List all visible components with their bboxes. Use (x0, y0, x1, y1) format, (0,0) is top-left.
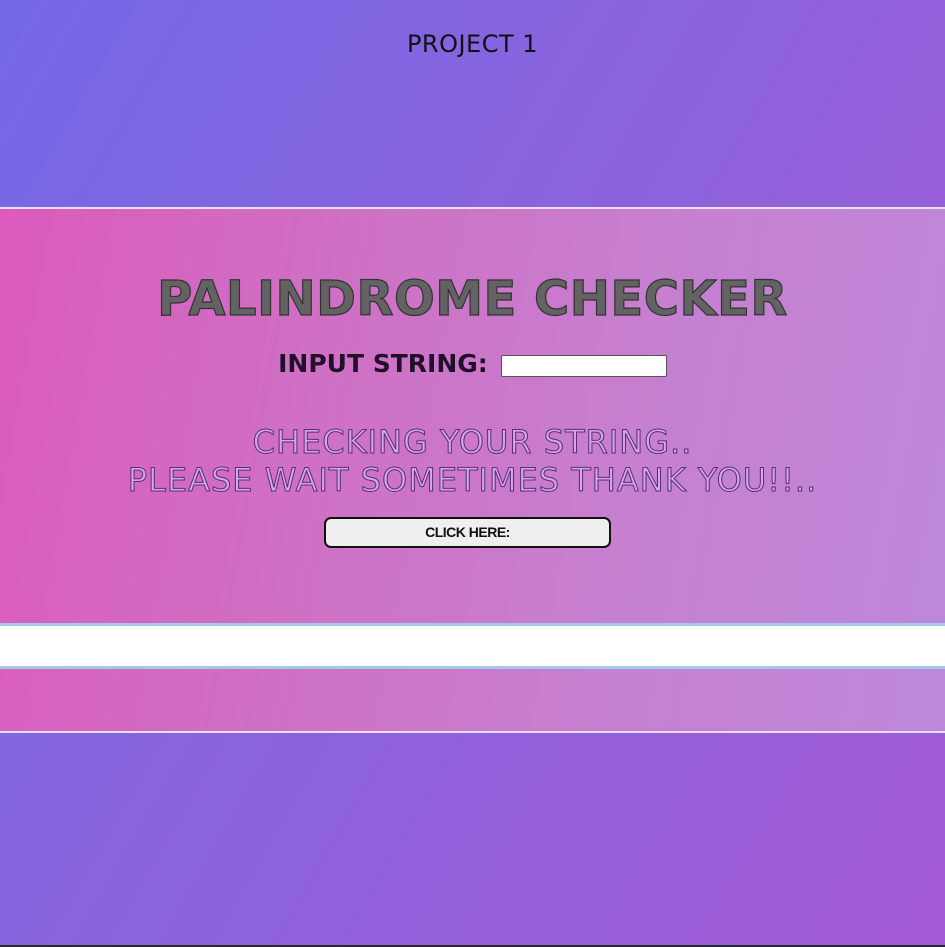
input-row: INPUT STRING: (0, 349, 945, 378)
page-title: PALINDROME CHECKER (157, 270, 788, 327)
result-output (0, 623, 945, 669)
input-string-label: INPUT STRING: (278, 349, 488, 378)
status-line-2: PLEASE WAIT SOMETIMES THANK YOU!!.. (127, 461, 818, 500)
status-message: CHECKING YOUR STRING.. PLEASE WAIT SOMET… (0, 423, 945, 500)
input-string-field[interactable] (500, 354, 667, 377)
palindrome-checker-panel: PALINDROME CHECKER INPUT STRING: CHECKIN… (0, 209, 945, 731)
bottom-divider (0, 731, 945, 733)
check-button[interactable]: CLICK HERE: (324, 517, 611, 548)
project-title: PROJECT 1 (406, 30, 539, 58)
status-line-1: CHECKING YOUR STRING.. (252, 423, 693, 462)
